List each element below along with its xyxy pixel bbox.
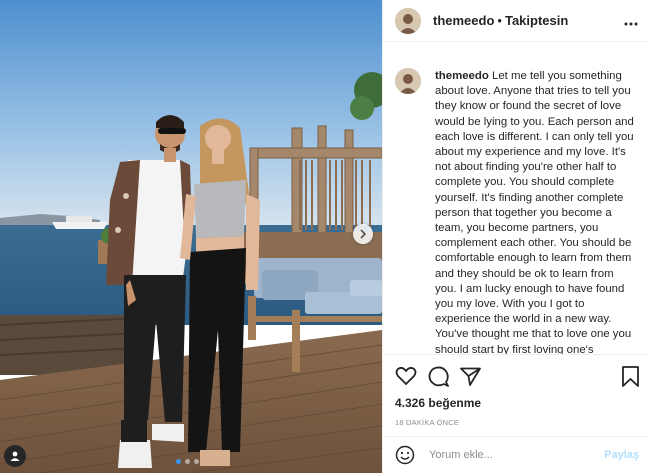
likes-count[interactable]: 4.326 beğenme	[395, 396, 639, 410]
next-slide-button[interactable]	[353, 224, 373, 244]
emoji-button[interactable]	[395, 445, 415, 465]
post-comment-button[interactable]: Paylaş	[604, 449, 639, 461]
more-horizontal-icon	[624, 22, 638, 25]
share-button[interactable]	[460, 367, 481, 386]
chevron-right-icon	[360, 229, 367, 239]
carousel-dot	[185, 459, 190, 464]
action-icon-row	[395, 365, 639, 387]
post-timestamp[interactable]: 18 DAKİKA ÖNCE	[395, 418, 639, 427]
caption-section[interactable]: themeedo Let me tell you something about…	[383, 58, 650, 354]
paper-plane-icon	[460, 367, 481, 386]
tagged-users-button[interactable]	[4, 445, 26, 467]
carousel-dot	[176, 459, 181, 464]
post-actions: 4.326 beğenme 18 DAKİKA ÖNCE	[383, 354, 650, 427]
username-link[interactable]: themeedo	[433, 13, 494, 28]
caption-body: Let me tell you something about love. An…	[435, 70, 634, 354]
comment-input[interactable]	[429, 449, 599, 461]
separator-bullet: •	[497, 13, 502, 28]
follow-status-button[interactable]: Takiptesin	[505, 13, 568, 28]
post-details-panel: themeedo • Takiptesin themeedo Let me te…	[382, 0, 650, 473]
carousel-dot	[194, 459, 199, 464]
bookmark-icon	[622, 365, 639, 387]
avatar[interactable]	[395, 7, 421, 34]
caption-username[interactable]: themeedo	[435, 70, 489, 82]
like-button[interactable]	[395, 366, 417, 386]
more-options-button[interactable]	[624, 13, 638, 29]
comment-icon	[428, 366, 449, 387]
smiley-icon	[395, 445, 415, 465]
comment-button[interactable]	[428, 366, 449, 387]
carousel-indicator	[176, 459, 199, 464]
post-header: themeedo • Takiptesin	[383, 0, 650, 42]
caption-text: themeedo Let me tell you something about…	[435, 58, 635, 354]
post-image	[0, 0, 382, 473]
add-comment-bar: Paylaş	[383, 436, 650, 473]
user-icon	[10, 451, 20, 461]
avatar[interactable]	[395, 68, 421, 94]
post-photo[interactable]	[0, 0, 382, 473]
heart-icon	[395, 366, 417, 386]
save-button[interactable]	[622, 365, 639, 387]
